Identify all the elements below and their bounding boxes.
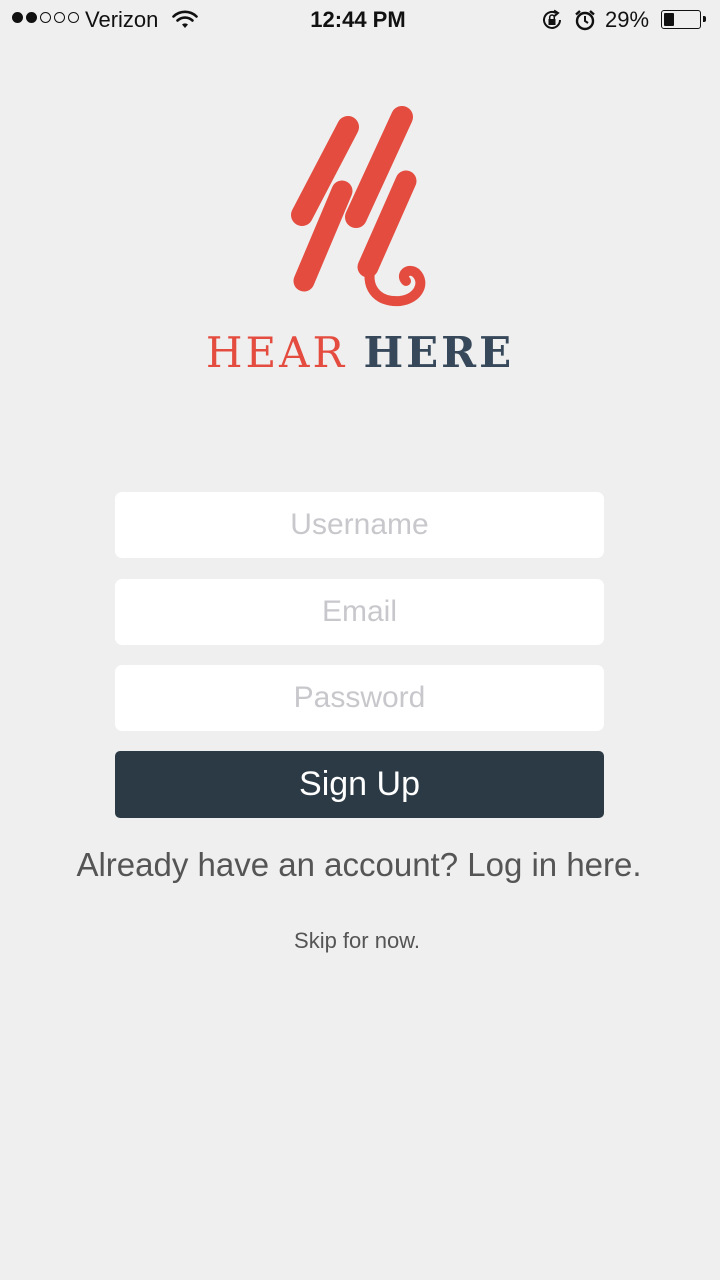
battery-fill — [664, 13, 674, 26]
username-input[interactable] — [115, 492, 604, 558]
brand-wordmark: HEAR HERE — [0, 328, 720, 378]
rotation-lock-icon — [543, 9, 561, 29]
sign-up-button[interactable]: Sign Up — [115, 751, 604, 818]
battery-terminal — [703, 16, 706, 22]
battery-percent: 29% — [605, 7, 650, 32]
brand-name-hear: HEAR — [205, 328, 348, 377]
password-input[interactable] — [115, 665, 604, 731]
battery-icon — [661, 10, 706, 29]
skip-link[interactable]: Skip for now. — [0, 928, 714, 954]
email-input[interactable] — [115, 579, 604, 645]
alarm-icon — [575, 10, 595, 31]
status-bar: Verizon 12:44 PM 29% — [0, 0, 720, 40]
log-in-link[interactable]: Already have an account? Log in here. — [0, 846, 718, 884]
hear-here-logo-icon — [291, 106, 426, 307]
brand-name-here: HERE — [363, 328, 515, 377]
